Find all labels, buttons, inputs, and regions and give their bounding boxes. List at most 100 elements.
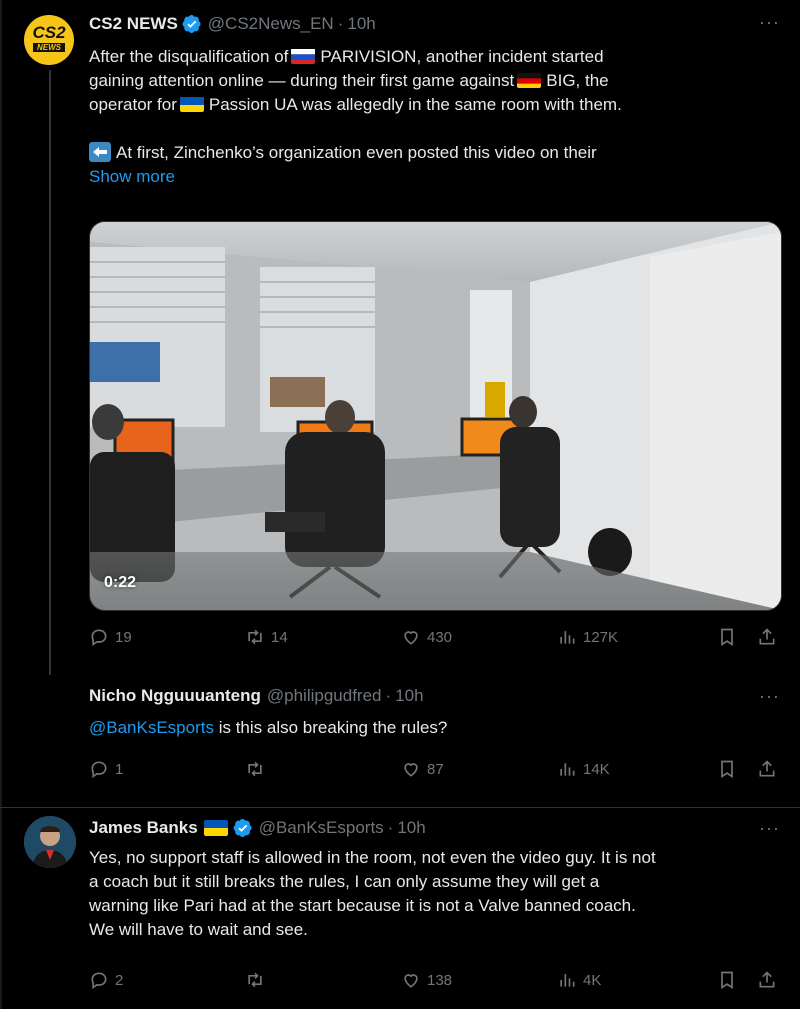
bookmark-icon xyxy=(721,760,733,779)
text-segment: PARIVISION, another incident started xyxy=(320,47,604,66)
repost-icon xyxy=(248,761,262,777)
repost-button[interactable] xyxy=(245,970,265,990)
text-line: warning like Pari had at the start becau… xyxy=(89,896,636,915)
reply-count: 1 xyxy=(115,760,124,778)
more-options-icon[interactable]: ··· xyxy=(759,686,780,707)
video-player[interactable]: 0:22 xyxy=(89,221,782,611)
avatar-logo-subtext: NEWS xyxy=(33,43,65,52)
separator-dot: · xyxy=(387,818,394,837)
show-more-link[interactable]: Show more xyxy=(89,165,769,189)
share-button[interactable] xyxy=(757,627,777,647)
more-options-icon[interactable]: ··· xyxy=(759,818,780,839)
bookmark-icon xyxy=(721,628,733,647)
verified-badge-icon xyxy=(182,15,201,33)
bookmark-button[interactable] xyxy=(717,970,737,990)
text-segment: After the disqualification of xyxy=(89,47,289,66)
text-segment: operator for xyxy=(89,95,177,114)
action-bar: 2 138 4K xyxy=(89,970,779,994)
views-icon xyxy=(560,763,575,776)
share-button[interactable] xyxy=(757,759,777,779)
like-count: 87 xyxy=(427,760,444,778)
bookmark-button[interactable] xyxy=(717,627,737,647)
avatar-logo-text: CS2 xyxy=(32,23,66,42)
reply-icon xyxy=(91,761,107,779)
repost-count: 14 xyxy=(271,628,288,646)
handle[interactable]: @philipgudfred xyxy=(267,686,382,706)
avatar[interactable] xyxy=(24,816,76,868)
heart-icon xyxy=(404,974,418,988)
action-bar: 19 14 430 127K xyxy=(89,627,779,651)
share-button[interactable] xyxy=(757,970,777,990)
heart-icon xyxy=(404,631,418,645)
text-line: a coach but it still breaks the rules, I… xyxy=(89,872,600,891)
views-count: 127K xyxy=(583,628,619,646)
reply-button[interactable]: 1 xyxy=(89,759,123,779)
tweet-header: CS2 NEWS @CS2News_EN · 10h xyxy=(89,14,376,34)
more-options-icon[interactable]: ··· xyxy=(759,12,780,33)
bookmark-button[interactable] xyxy=(717,759,737,779)
reply-icon xyxy=(91,972,107,990)
text-line-2: gaining attention online — during their … xyxy=(89,69,769,93)
action-bar: 1 87 14K xyxy=(89,759,779,783)
reply-button[interactable]: 19 xyxy=(89,627,132,647)
ukraine-flag-icon xyxy=(203,820,228,836)
text-line-4: At first, Zinchenko’s organization even … xyxy=(89,141,769,165)
display-name[interactable]: Nicho Ngguuuanteng xyxy=(89,686,261,706)
display-name[interactable]: James Banks xyxy=(89,818,198,838)
timestamp[interactable]: 10h xyxy=(395,686,423,706)
text-segment: Passion UA was allegedly in the same roo… xyxy=(208,95,622,114)
handle[interactable]: @CS2News_EN xyxy=(208,14,334,34)
reply-button[interactable]: 2 xyxy=(89,970,123,990)
handle[interactable]: @BanKsEsports xyxy=(259,818,384,838)
left-arrow-emoji-icon xyxy=(89,142,111,162)
text-segment: BIG, the xyxy=(546,71,609,90)
text-segment: gaining attention online — during their … xyxy=(89,71,515,90)
text-line: Yes, no support staff is allowed in the … xyxy=(89,848,656,867)
separator-dot: · xyxy=(385,686,392,705)
verified-badge-icon xyxy=(233,819,252,837)
reply-count: 2 xyxy=(115,971,124,989)
video-duration: 0:22 xyxy=(104,574,137,591)
repost-button[interactable]: 14 xyxy=(245,627,288,647)
text-line-1: After the disqualification of PARIVISION,… xyxy=(89,45,769,69)
like-button[interactable]: 138 xyxy=(401,970,452,990)
display-name[interactable]: CS2 NEWS xyxy=(89,14,178,34)
video-thumbnail xyxy=(90,222,781,610)
timestamp[interactable]: 10h xyxy=(347,14,375,34)
views-icon xyxy=(560,974,575,987)
views-button[interactable]: 4K xyxy=(557,970,601,990)
share-icon xyxy=(759,971,775,988)
views-button[interactable]: 14K xyxy=(557,759,610,779)
like-button[interactable]: 430 xyxy=(401,627,452,647)
share-icon xyxy=(759,760,775,777)
reply-icon xyxy=(91,629,107,647)
repost-button[interactable] xyxy=(245,759,265,779)
germany-flag-icon xyxy=(517,72,542,88)
bookmark-icon xyxy=(721,971,733,990)
text-segment: At first, Zinchenko’s organization even … xyxy=(116,143,597,162)
timestamp[interactable]: 10h xyxy=(397,818,425,838)
tweet-header: James Banks @BanKsEsports · 10h xyxy=(89,818,426,838)
reply-count: 19 xyxy=(115,628,132,646)
like-count: 138 xyxy=(427,971,453,989)
text-line: We will have to wait and see. xyxy=(89,920,308,939)
avatar-portrait xyxy=(24,816,76,868)
tweet-text: After the disqualification of PARIVISION,… xyxy=(89,45,769,189)
views-button[interactable]: 127K xyxy=(557,627,618,647)
text-line-3: operator for Passion UA was allegedly in … xyxy=(89,93,769,117)
repost-icon xyxy=(248,629,262,645)
like-count: 430 xyxy=(427,628,453,646)
like-button[interactable]: 87 xyxy=(401,759,444,779)
repost-icon xyxy=(248,972,262,988)
tweet-header: Nicho Ngguuuanteng @philipgudfred · 10h xyxy=(89,686,424,706)
share-icon xyxy=(759,628,775,645)
views-icon xyxy=(560,631,575,644)
views-count: 14K xyxy=(583,760,610,778)
ukraine-flag-icon xyxy=(179,96,204,112)
heart-icon xyxy=(404,763,418,777)
tweet-james-banks[interactable]: James Banks @BanKsEsports · 10h ··· Yes,… xyxy=(0,808,800,1009)
russia-flag-icon xyxy=(291,48,316,64)
avatar[interactable]: CS2 NEWS xyxy=(24,15,74,65)
tweet-text: Yes, no support staff is allowed in the … xyxy=(89,846,769,942)
thread-line xyxy=(49,70,51,675)
